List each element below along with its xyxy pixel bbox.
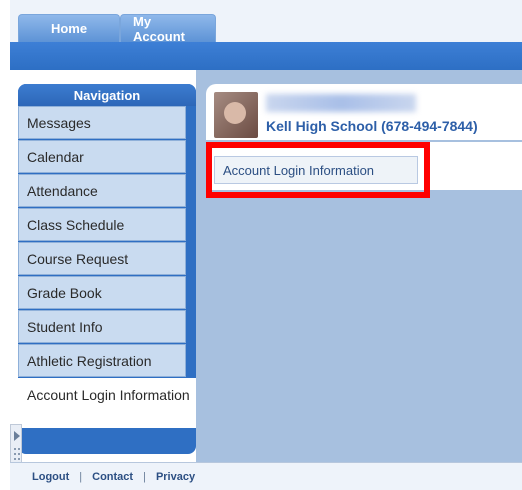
nav-item-label: Calendar: [27, 148, 84, 165]
nav-item-label: Messages: [27, 114, 91, 131]
nav-item-label: Account Login Information: [27, 387, 190, 403]
footer: Logout | Contact | Privacy: [10, 462, 522, 490]
tab-home-label: Home: [50, 21, 88, 36]
navigation-panel: Navigation Messages Calendar Attendance …: [18, 84, 196, 454]
nav-item-label: Athletic Registration: [27, 352, 152, 369]
nav-item-label: Class Schedule: [27, 216, 125, 233]
tab-my-account[interactable]: My Account: [120, 13, 216, 44]
header-bar: [10, 42, 522, 70]
nav-item-course-request[interactable]: Course Request: [18, 242, 186, 275]
portal-window: Home My Account Navigation Messages Cale…: [10, 0, 522, 490]
school-name: Kell High School (678-494-7844): [266, 118, 478, 134]
top-tab-bar: Home My Account: [10, 0, 522, 44]
blurred-student-name: [266, 94, 416, 112]
student-profile-card: Kell High School (678-494-7844): [206, 84, 522, 140]
nav-item-attendance[interactable]: Attendance: [18, 174, 186, 207]
footer-separator: |: [79, 470, 83, 483]
nav-item-label: Attendance: [27, 182, 98, 199]
nav-item-grade-book[interactable]: Grade Book: [18, 276, 186, 309]
footer-link-contact[interactable]: Contact: [92, 471, 133, 483]
tab-my-account-label: My Account: [133, 13, 185, 44]
nav-item-messages[interactable]: Messages: [18, 106, 186, 139]
nav-item-label: Course Request: [27, 250, 129, 267]
nav-item-class-schedule[interactable]: Class Schedule: [18, 208, 186, 241]
account-section: Account Login Information: [206, 142, 522, 198]
footer-link-logout[interactable]: Logout: [32, 471, 69, 483]
tab-home[interactable]: Home: [18, 14, 120, 42]
navigation-title: Navigation: [18, 84, 196, 106]
nav-item-label: Grade Book: [27, 284, 102, 301]
nav-item-account-login-information[interactable]: Account Login Information: [18, 378, 196, 428]
highlight-annotation-box: [206, 142, 430, 198]
nav-item-calendar[interactable]: Calendar: [18, 140, 186, 173]
avatar: [214, 92, 258, 138]
footer-separator: |: [143, 470, 146, 483]
nav-item-student-info[interactable]: Student Info: [18, 310, 186, 343]
nav-item-athletic-registration[interactable]: Athletic Registration: [18, 344, 186, 377]
nav-item-label: Student Info: [27, 318, 103, 335]
footer-link-privacy[interactable]: Privacy: [156, 471, 195, 483]
